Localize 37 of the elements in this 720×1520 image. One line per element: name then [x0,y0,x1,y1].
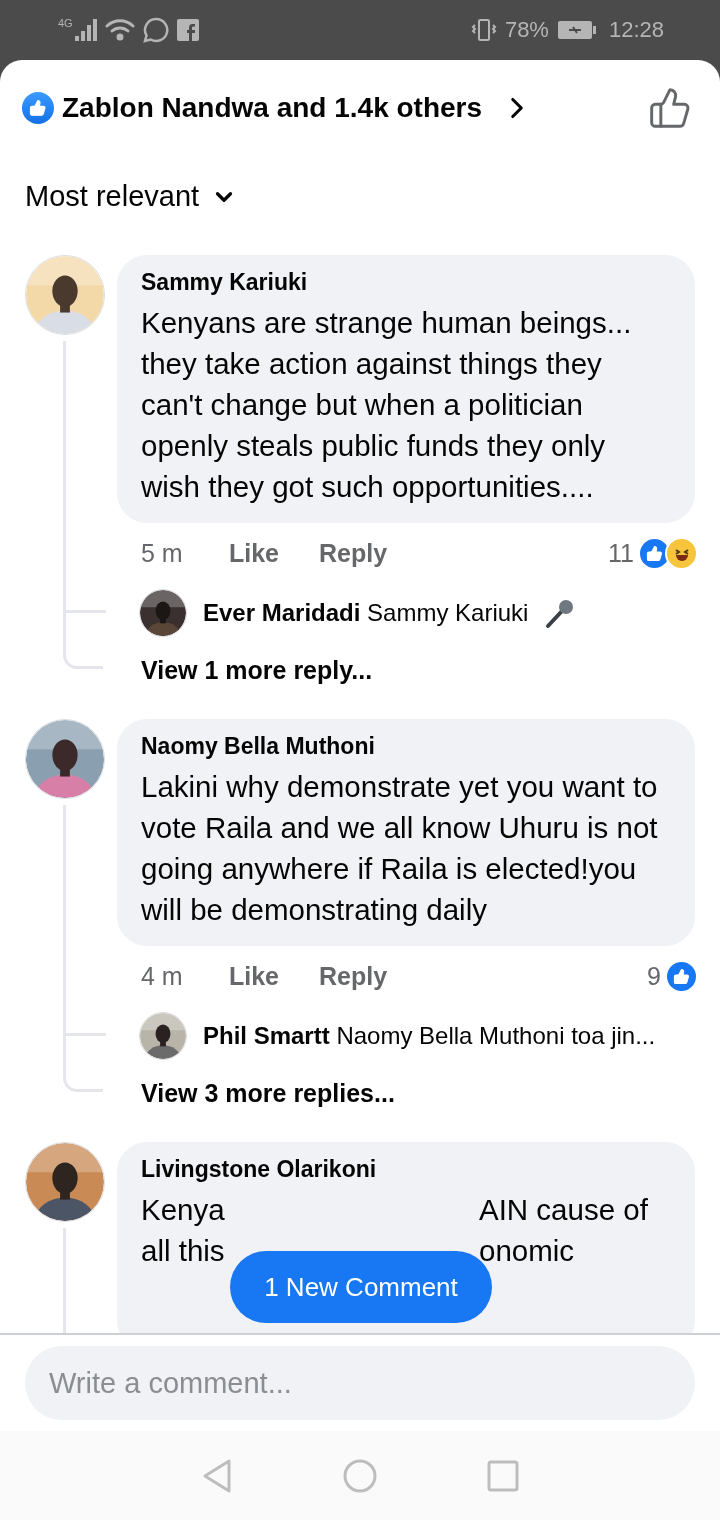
clock: 12:28 [608,17,664,43]
social-app-icon [176,19,199,41]
battery-icon [556,19,597,41]
home-icon[interactable] [343,1458,377,1493]
comment-text: AIN cause of [479,1192,649,1228]
like-link[interactable]: Like [229,538,280,568]
signal-icon [74,19,97,41]
battery-percent: 78% [504,17,549,43]
reactors-link[interactable]: Zablon Nandwa and 1.4k others [22,91,535,125]
vibrate-icon [470,17,497,43]
comment-author: Sammy Kariuki [141,269,309,296]
back-icon[interactable] [201,1457,233,1494]
reaction-count: 9 [647,961,661,991]
reply-preview[interactable]: Phil Smartt Naomy Bella Muthoni toa jin... [203,1022,656,1050]
chat-app-icon [142,17,169,43]
reaction-count: 11 [608,538,634,568]
comment-input[interactable]: Write a comment... [25,1346,695,1420]
comment-text: Kenya [141,1192,226,1228]
network-type: 4G [58,17,73,29]
sort-dropdown[interactable]: Most relevant [25,180,238,213]
comment-text: Kenyans are strange human beings... they take action against things they can't change but when a politician openly steals public funds they only wish they got such opportunities.... [141,305,633,505]
wifi-icon [104,18,135,42]
recents-icon[interactable] [487,1459,519,1492]
like-button[interactable] [648,86,692,130]
view-more-replies-link[interactable]: View 3 more replies... [117,1066,720,1120]
like-link[interactable]: Like [229,961,280,991]
comment-time: 5 m [141,538,184,568]
reply-preview[interactable]: Ever Maridadi Sammy Kariuki [203,599,529,627]
comment-time: 4 m [141,961,184,991]
comment-author: Naomy Bella Muthoni [141,733,376,760]
view-more-replies-link[interactable]: View 1 more reply... [117,643,720,697]
like-icon [22,92,54,124]
reply-link[interactable]: Reply [319,961,388,991]
reply-link[interactable]: Reply [319,538,388,568]
comment-author: Livingstone Olarikoni [141,1156,378,1183]
comment-text: all this [141,1233,226,1269]
comment-text: Lakini why demonstrate yet you want to vote Raila and we all know Uhuru is not going anywhere if Raila is elected!you will be demonstrating daily [141,769,659,928]
